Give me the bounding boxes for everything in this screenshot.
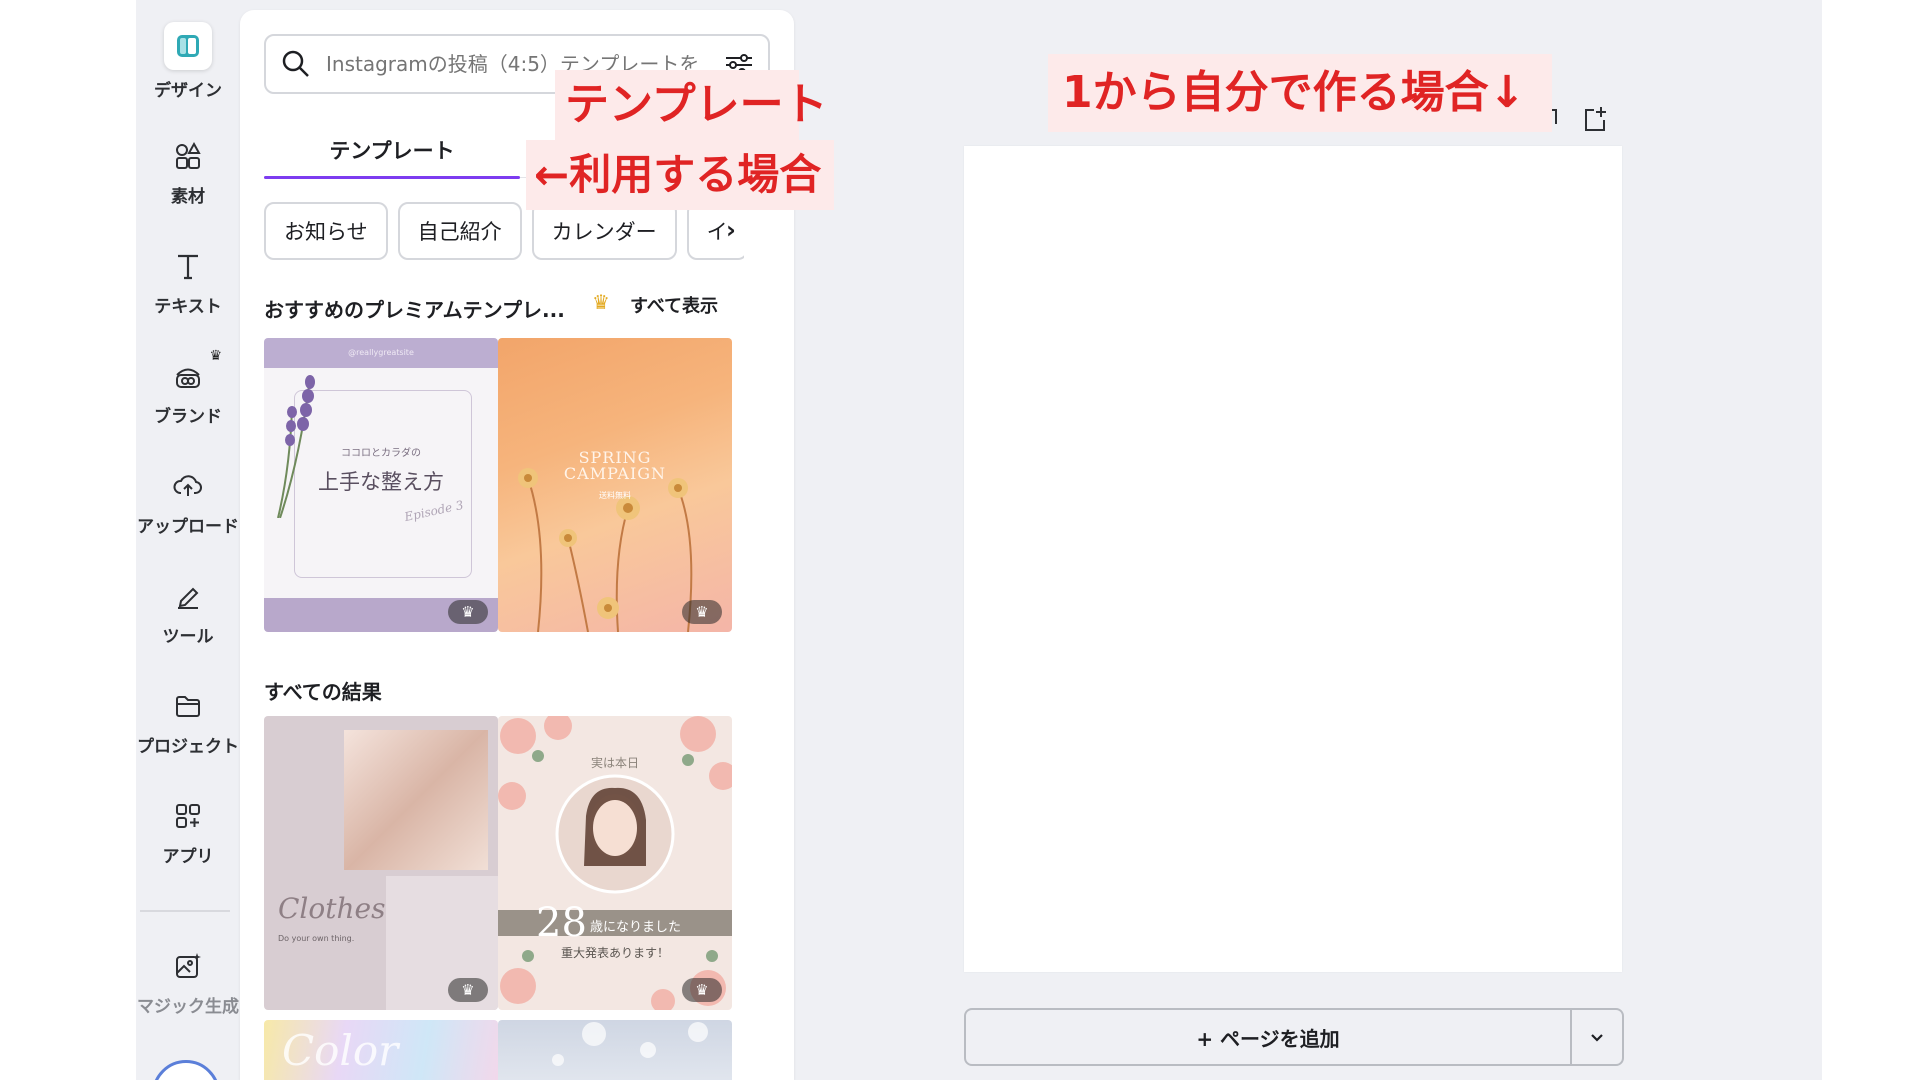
- see-all-link[interactable]: すべて表示: [630, 292, 718, 318]
- elements-icon: [168, 136, 208, 176]
- rail-label-tools: ツール: [162, 627, 214, 647]
- bokeh-illustration: [552, 1022, 708, 1066]
- rail-item-apps[interactable]: アプリ: [136, 790, 240, 890]
- editor-app: デザイン 素材 テキスト ♛ ブランド アップロード ツール プロジェクト アプ…: [136, 0, 1822, 1080]
- pro-crown-badge: ♛: [448, 600, 488, 624]
- template-subtitle: 送料無料: [599, 491, 631, 500]
- magic-media-icon: [168, 946, 208, 986]
- add-page-icon[interactable]: [1580, 104, 1610, 134]
- template-top-text: 実は本日: [590, 756, 639, 770]
- template-handle: @reallygreatsite: [348, 348, 414, 357]
- template-subtitle: ココロとカラダの: [341, 448, 421, 459]
- rail-item-projects[interactable]: プロジェクト: [136, 680, 240, 780]
- crown-icon: ♛: [209, 348, 222, 364]
- rail-label-brand: ブランド: [154, 407, 222, 427]
- text-icon: [168, 246, 208, 286]
- search-icon: [282, 50, 309, 77]
- chip-self-intro[interactable]: 自己紹介: [397, 202, 522, 260]
- add-page-button[interactable]: + ページを追加: [966, 1010, 1570, 1064]
- crown-icon: ♛: [592, 290, 610, 314]
- design-icon: [164, 22, 212, 70]
- template-script: Clothes: [278, 892, 386, 925]
- annotation-template-line2: ←利用する場合: [526, 140, 834, 210]
- add-page-control: + ページを追加: [964, 1008, 1624, 1066]
- premium-section-title: おすすめのプレミアムテンプレ...: [264, 298, 565, 322]
- upload-icon: [168, 466, 208, 506]
- fabric-photo: [344, 730, 488, 870]
- rail-label-magic-media: マジック生成: [137, 997, 239, 1017]
- template-number: 28: [536, 900, 587, 946]
- rail-label-design: デザイン: [154, 81, 222, 101]
- tab-active-indicator: [264, 176, 520, 179]
- template-subtitle: 重大発表あります！: [560, 946, 669, 960]
- template-thumb-bokeh[interactable]: [498, 1020, 732, 1080]
- tools-icon: [168, 576, 208, 616]
- rail-label-apps: アプリ: [162, 847, 214, 867]
- tab-templates[interactable]: テンプレート: [264, 120, 520, 180]
- add-page-dropdown[interactable]: [1572, 1010, 1622, 1064]
- pro-crown-badge: ♛: [448, 978, 488, 1002]
- rail-label-elements: 素材: [171, 187, 205, 207]
- category-chips: お知らせ 自己紹介 カレンダーイ: [264, 202, 744, 262]
- rail-item-text[interactable]: テキスト: [136, 240, 240, 340]
- rail-item-magic-media[interactable]: マジック生成: [136, 940, 240, 1040]
- template-title: SPRING CAMPAIGN: [498, 450, 732, 482]
- folder-icon: [168, 686, 208, 726]
- rail-item-elements[interactable]: 素材: [136, 130, 240, 230]
- rail-item-brand[interactable]: ♛ ブランド: [136, 348, 240, 450]
- template-thumb-clothes[interactable]: Clothes Do your own thing. ♛: [264, 716, 498, 1010]
- template-title: 上手な整え方: [318, 470, 444, 494]
- rail-label-upload: アップロード: [137, 517, 239, 537]
- rail-item-design[interactable]: デザイン: [136, 20, 240, 120]
- chip-scroll-right-icon[interactable]: ›: [726, 216, 736, 244]
- pro-crown-badge: ♛: [682, 600, 722, 624]
- rail-label-projects: プロジェクト: [137, 737, 239, 757]
- all-results-title: すべての結果: [264, 680, 382, 704]
- template-thumb-wellness[interactable]: @reallygreatsite ココロとカラダの 上手な整え方 Episode…: [264, 338, 498, 632]
- chevron-down-icon: [1591, 1034, 1603, 1042]
- template-tagline: Do your own thing.: [278, 934, 355, 943]
- rail-label-text: テキスト: [154, 297, 222, 317]
- pro-crown-badge: ♛: [682, 978, 722, 1002]
- template-script: Color: [282, 1026, 399, 1075]
- annotation-template-line1: テンプレート: [555, 70, 828, 140]
- annotation-scratch: 1から自分で作る場合↓: [1048, 54, 1552, 132]
- rail-item-upload[interactable]: アップロード: [136, 460, 240, 560]
- design-page[interactable]: [964, 146, 1622, 972]
- template-thumb-color[interactable]: Color: [264, 1020, 498, 1080]
- chip-calendar[interactable]: カレンダー: [531, 202, 677, 260]
- template-thumb-spring-campaign[interactable]: SPRING CAMPAIGN 送料無料 ♛: [498, 338, 732, 632]
- apps-icon: [168, 796, 208, 836]
- flower-illustration: [518, 468, 693, 632]
- avatar[interactable]: [152, 1060, 220, 1080]
- side-rail: デザイン 素材 テキスト ♛ ブランド アップロード ツール プロジェクト アプ…: [136, 0, 240, 1080]
- brand-icon: ♛: [168, 348, 222, 396]
- template-caption: 歳になりました: [590, 920, 682, 935]
- rail-divider: [140, 910, 230, 912]
- template-thumb-birthday[interactable]: 実は本日 28 歳になりました 重大発表あります！ ♛: [498, 716, 732, 1010]
- template-title-line2: CAMPAIGN: [563, 464, 667, 483]
- chip-announcement[interactable]: お知らせ: [264, 202, 388, 260]
- rail-item-tools[interactable]: ツール: [136, 570, 240, 670]
